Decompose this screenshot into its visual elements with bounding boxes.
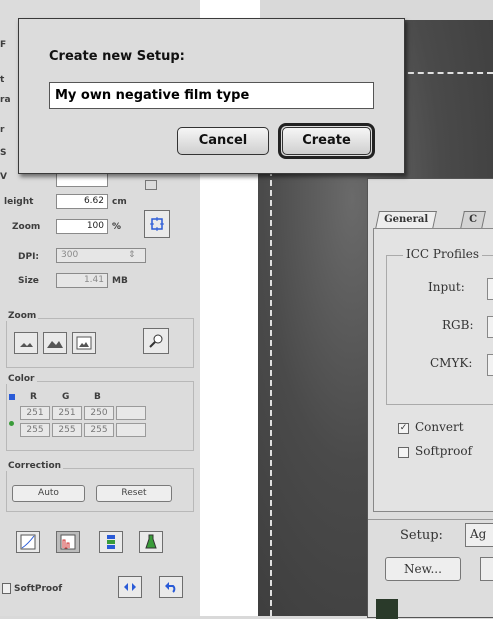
icc-profiles-title: ICC Profiles: [403, 247, 483, 261]
color-header-r: R: [30, 392, 37, 402]
cmyk-profile-label: CMYK:: [430, 356, 473, 370]
histogram-button[interactable]: [56, 531, 80, 553]
dpi-label: DPI:: [18, 252, 40, 262]
zoom-unit: %: [112, 222, 122, 232]
softproof-checkbox[interactable]: [2, 583, 11, 594]
color-value: [116, 406, 146, 420]
setup-action-button[interactable]: [480, 557, 493, 581]
mountain-small-icon: [20, 343, 33, 347]
input-profile-select[interactable]: [487, 278, 493, 300]
double-arrow-icon: [124, 583, 136, 591]
side-label-fragment: ra: [0, 95, 11, 105]
fit-frame-icon: [150, 217, 164, 231]
create-setup-dialog: Create new Setup: Cancel Create: [18, 18, 405, 174]
image-frame-icon: [76, 336, 92, 350]
rgb-profile-select[interactable]: [487, 316, 493, 338]
undo-arrow-icon: [165, 582, 176, 593]
tab-other[interactable]: C: [460, 211, 486, 229]
dialog-title: Create new Setup:: [49, 49, 185, 64]
histogram-icon: [60, 534, 76, 550]
new-setup-button[interactable]: New...: [385, 557, 461, 581]
softproof-dialog-checkbox[interactable]: [398, 447, 409, 458]
width-field[interactable]: [56, 172, 108, 187]
cancel-button[interactable]: Cancel: [177, 127, 269, 155]
cmyk-profile-select[interactable]: [487, 354, 493, 376]
input-profile-label: Input:: [428, 280, 465, 294]
reset-button[interactable]: Reset: [96, 485, 172, 502]
side-label-fragment: V: [0, 172, 7, 182]
color-value: 251: [20, 406, 50, 420]
height-label: leight: [4, 197, 34, 207]
lock-icon[interactable]: [145, 180, 157, 190]
fit-frame-button[interactable]: [144, 210, 170, 238]
side-label-fragment: S: [0, 148, 7, 158]
setup-name-input[interactable]: [49, 82, 374, 109]
setup-label: Setup:: [400, 528, 443, 543]
convert-checkbox[interactable]: ✓: [398, 423, 409, 434]
zoom-full-button[interactable]: [72, 332, 96, 354]
flask-icon: [145, 534, 157, 549]
color-settings-dialog: General C ICC Profiles Input: RGB: CMYK:…: [367, 178, 493, 619]
dpi-dropdown-icon: ⇕: [128, 250, 136, 260]
color-group-title: Color: [6, 374, 37, 384]
zoom-tool-button[interactable]: [143, 328, 169, 354]
color-value: 251: [52, 406, 82, 420]
color-value: [116, 423, 146, 437]
dialog-bottom-fragment: [376, 599, 398, 619]
side-label-fragment: r: [0, 125, 5, 135]
mountain-icon: [47, 341, 63, 348]
icc-profiles-group: [386, 255, 493, 405]
height-field[interactable]: 6.62: [56, 194, 108, 209]
curve-icon: [20, 534, 36, 550]
sharpen-button[interactable]: [139, 531, 163, 553]
zoom-out-button[interactable]: [14, 332, 38, 354]
softproof-dialog-label: Softproof: [415, 444, 473, 458]
color-value: 255: [52, 423, 82, 437]
zoom-label: Zoom: [12, 222, 41, 232]
color-header-b: B: [94, 392, 101, 402]
size-unit: MB: [112, 276, 128, 286]
zoom-medium-button[interactable]: [43, 332, 67, 354]
color-dot-icon: [9, 421, 14, 426]
side-label-fragment: t: [0, 75, 5, 85]
auto-button[interactable]: Auto: [12, 485, 85, 502]
correction-group-title: Correction: [6, 461, 64, 471]
magnifier-icon: [149, 334, 163, 348]
compare-button[interactable]: [118, 576, 142, 598]
dialog-divider: [368, 519, 493, 520]
sliders-icon: [107, 535, 115, 549]
color-value: 255: [20, 423, 50, 437]
selection-frame-top[interactable]: [398, 72, 493, 74]
side-label-fragment: F: [0, 40, 7, 50]
tab-general[interactable]: General: [375, 211, 438, 229]
zoom-field[interactable]: 100: [56, 219, 108, 234]
curves-button[interactable]: [16, 531, 40, 553]
convert-label: Convert: [415, 420, 464, 434]
create-button[interactable]: Create: [282, 127, 371, 155]
undo-button[interactable]: [159, 576, 183, 598]
color-balance-button[interactable]: [99, 531, 123, 553]
color-value: 255: [84, 423, 114, 437]
color-header-g: G: [62, 392, 70, 402]
softproof-label: SoftProof: [14, 584, 63, 594]
height-unit: cm: [112, 197, 127, 207]
rgb-profile-label: RGB:: [442, 318, 474, 332]
size-label: Size: [18, 276, 39, 286]
setup-select[interactable]: Ag: [465, 523, 493, 547]
zoom-group-title: Zoom: [6, 311, 39, 321]
size-value: 1.41: [56, 273, 108, 288]
color-value: 250: [84, 406, 114, 420]
color-swatch-icon: [9, 394, 15, 400]
